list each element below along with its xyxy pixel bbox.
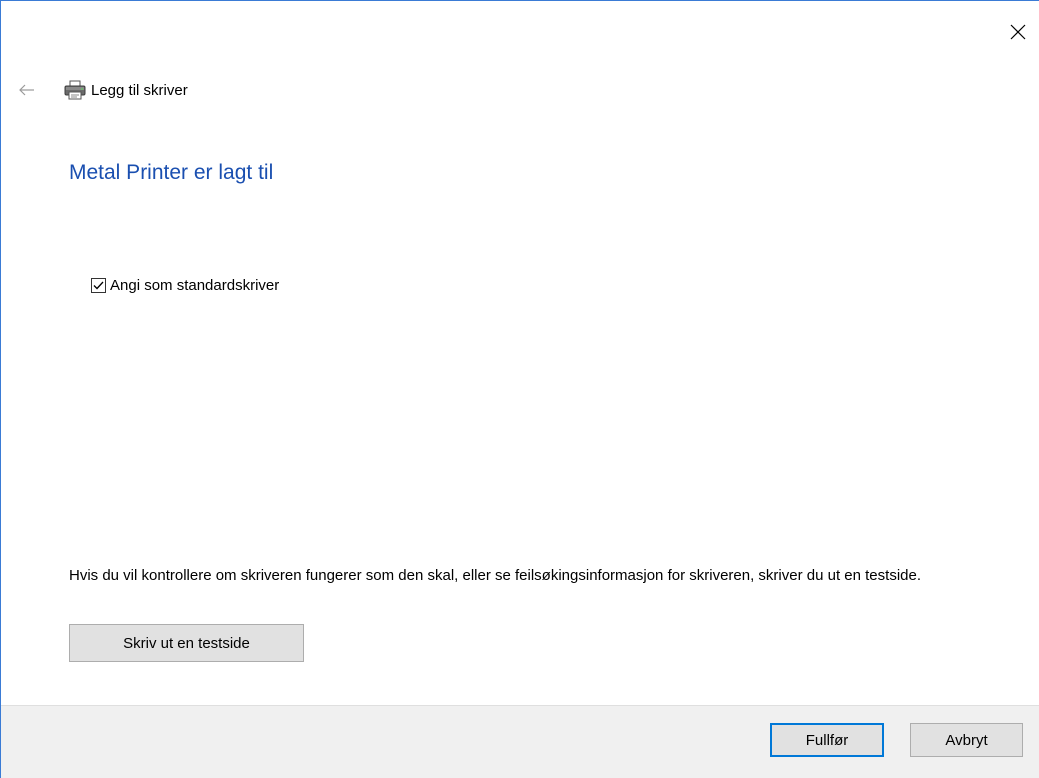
default-printer-label[interactable]: Angi som standardskriver [110, 277, 279, 294]
cancel-button[interactable]: Avbryt [910, 723, 1023, 757]
test-page-info-text: Hvis du vil kontrollere om skriveren fun… [69, 567, 921, 584]
wizard-header: Legg til skriver [15, 76, 188, 104]
close-icon [1010, 24, 1026, 40]
default-printer-option[interactable]: Angi som standardskriver [91, 277, 279, 294]
back-button[interactable] [15, 78, 39, 102]
page-title: Metal Printer er lagt til [69, 161, 274, 184]
print-test-page-button[interactable]: Skriv ut en testside [69, 624, 304, 662]
printer-icon [63, 79, 87, 101]
wizard-title: Legg til skriver [91, 81, 188, 99]
close-button[interactable] [1001, 15, 1035, 49]
default-printer-checkbox[interactable] [91, 278, 106, 293]
finish-button[interactable]: Fullfør [770, 723, 884, 757]
add-printer-window: Legg til skriver Metal Printer er lagt t… [0, 0, 1039, 778]
checkmark-icon [93, 281, 104, 290]
footer-bar: Fullfør Avbryt [1, 705, 1039, 778]
back-arrow-icon [19, 84, 34, 96]
